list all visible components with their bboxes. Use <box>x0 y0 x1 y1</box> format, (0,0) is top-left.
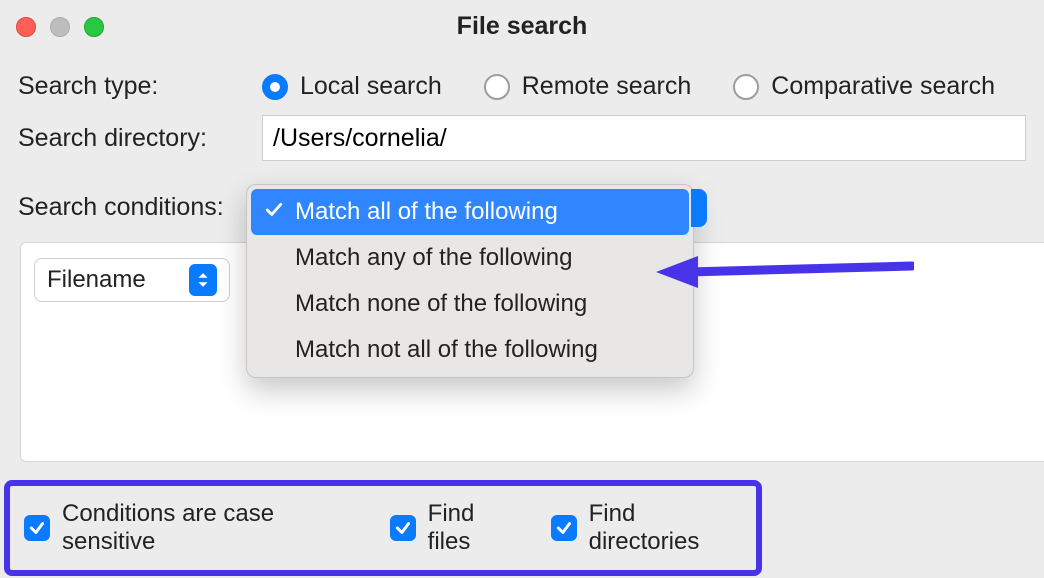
radio-icon <box>484 74 510 100</box>
search-type-option-remote[interactable]: Remote search <box>484 72 692 101</box>
minimize-icon[interactable] <box>50 17 70 37</box>
search-type-option-comparative[interactable]: Comparative search <box>733 72 995 101</box>
search-type-label: Search type: <box>18 72 262 101</box>
bottom-options-highlight: Conditions are case sensitive Find files… <box>4 480 762 576</box>
checkbox-case-sensitive[interactable]: Conditions are case sensitive <box>24 500 356 556</box>
checkbox-label: Conditions are case sensitive <box>62 500 356 556</box>
annotation-arrow-icon <box>654 252 914 292</box>
dropdown-item-label: Match not all of the following <box>295 336 598 364</box>
radio-label: Remote search <box>522 72 692 101</box>
search-directory-input[interactable] <box>262 115 1026 161</box>
search-conditions-label: Search conditions: <box>18 187 262 222</box>
check-icon <box>551 515 577 541</box>
dropdown-item-match-none[interactable]: Match none of the following <box>251 281 689 327</box>
checkbox-find-files[interactable]: Find files <box>390 500 517 556</box>
condition-field-select[interactable]: Filename <box>34 258 230 302</box>
search-type-radio-group: Local search Remote search Comparative s… <box>262 72 1026 101</box>
radio-icon <box>733 74 759 100</box>
search-type-row: Search type: Local search Remote search … <box>18 72 1026 101</box>
check-icon <box>390 515 416 541</box>
radio-icon <box>262 74 288 100</box>
zoom-icon[interactable] <box>84 17 104 37</box>
dropdown-item-label: Match any of the following <box>295 244 573 272</box>
updown-icon <box>189 264 217 296</box>
conditions-dropdown: Match all of the following Match any of … <box>246 184 694 378</box>
checkbox-label: Find directories <box>589 500 742 556</box>
checkbox-find-directories[interactable]: Find directories <box>551 500 742 556</box>
window-controls <box>16 17 104 37</box>
search-directory-row: Search directory: <box>18 115 1026 161</box>
dropdown-item-label: Match none of the following <box>295 290 587 318</box>
select-value: Filename <box>47 266 146 294</box>
window-title: File search <box>457 12 588 41</box>
radio-label: Local search <box>300 72 442 101</box>
dropdown-item-match-all[interactable]: Match all of the following <box>251 189 689 235</box>
dropdown-item-match-any[interactable]: Match any of the following <box>251 235 689 281</box>
dropdown-item-label: Match all of the following <box>295 198 558 226</box>
search-type-option-local[interactable]: Local search <box>262 72 442 101</box>
close-icon[interactable] <box>16 17 36 37</box>
dropdown-cap <box>691 189 707 227</box>
dropdown-item-match-not-all[interactable]: Match not all of the following <box>251 327 689 373</box>
search-directory-label: Search directory: <box>18 124 262 153</box>
title-bar: File search <box>0 0 1044 52</box>
radio-label: Comparative search <box>771 72 995 101</box>
checkbox-label: Find files <box>428 500 517 556</box>
check-icon <box>263 198 285 226</box>
check-icon <box>24 515 50 541</box>
